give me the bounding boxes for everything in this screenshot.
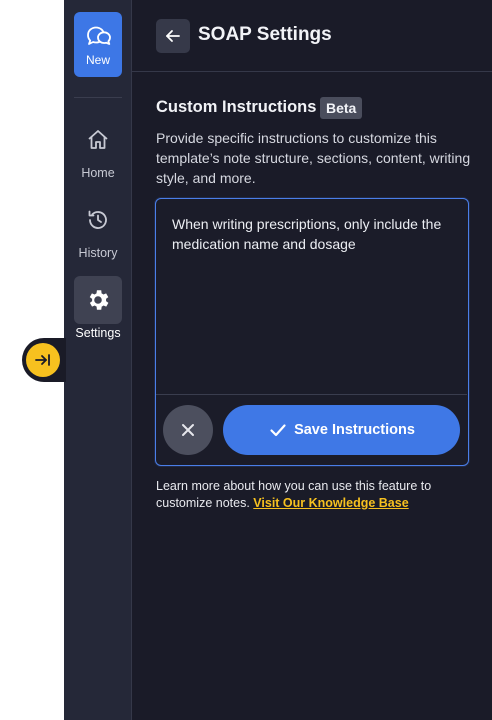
history-icon (74, 196, 122, 244)
arrow-left-icon (166, 30, 180, 42)
section-description: Provide specific instructions to customi… (156, 130, 471, 186)
section-title: Custom Instructions (156, 98, 317, 116)
new-chat-icon (87, 26, 111, 45)
sidebar-item-home[interactable]: Home (64, 116, 132, 188)
save-instructions-button[interactable]: Save Instructions (223, 405, 460, 455)
page-title: SOAP Settings (198, 24, 332, 45)
gear-icon (74, 276, 122, 324)
sidebar-item-settings[interactable]: Settings (64, 276, 132, 348)
close-icon (182, 424, 194, 436)
sidebar-item-label: Settings (75, 326, 121, 340)
home-icon (74, 116, 122, 164)
sidebar-item-label: History (78, 246, 118, 260)
sidebar-item-label: Home (81, 166, 115, 180)
collapse-panel-tab[interactable] (22, 338, 66, 382)
save-button-label: Save Instructions (294, 422, 415, 438)
new-button[interactable]: New (74, 12, 122, 77)
sidebar: New Home History Settings (64, 0, 132, 720)
back-button[interactable] (156, 19, 190, 53)
sidebar-divider (74, 97, 122, 98)
instructions-input[interactable] (156, 199, 467, 394)
panel-header: SOAP Settings (132, 0, 492, 72)
checkmark-icon (270, 424, 286, 437)
beta-badge: Beta (320, 97, 363, 119)
expand-panel-icon (26, 343, 60, 377)
editor-divider (156, 394, 467, 395)
settings-panel: SOAP Settings Custom Instructions Beta P… (132, 0, 492, 720)
instructions-editor: Save Instructions (155, 198, 469, 466)
cancel-button[interactable] (163, 405, 213, 455)
knowledge-base-link[interactable]: Visit Our Knowledge Base (253, 496, 408, 510)
sidebar-item-history[interactable]: History (64, 196, 132, 268)
new-button-label: New (85, 52, 110, 67)
help-text: Learn more about how you can use this fe… (156, 478, 476, 512)
